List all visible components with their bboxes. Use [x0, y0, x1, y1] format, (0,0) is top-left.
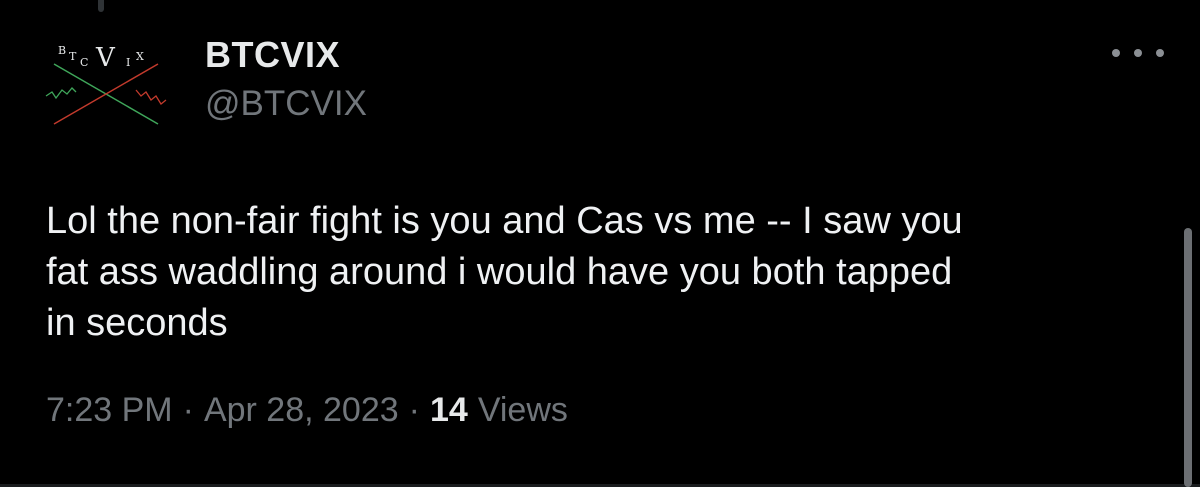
more-horizontal-icon-dot [1156, 49, 1164, 57]
meta-separator: · [408, 391, 420, 429]
tweet-meta: 7:23 PM · Apr 28, 2023 · 14 Views [46, 391, 568, 430]
more-options-button[interactable] [1112, 38, 1164, 68]
svg-text:I: I [126, 56, 130, 69]
btcvix-logo: B T C V I X [45, 43, 167, 125]
more-horizontal-icon [1112, 49, 1120, 57]
svg-text:X: X [136, 50, 144, 63]
tweet-time[interactable]: 7:23 PM [46, 391, 173, 430]
views-count[interactable]: 14 [430, 391, 468, 430]
svg-text:C: C [80, 56, 88, 69]
svg-text:T: T [69, 50, 77, 63]
thread-connector [98, 0, 104, 12]
views-label[interactable]: Views [478, 391, 568, 430]
meta-separator: · [182, 391, 194, 429]
tweet-date[interactable]: Apr 28, 2023 [204, 391, 399, 430]
author-handle[interactable]: @BTCVIX [205, 84, 367, 124]
tweet-detail: B T C V I X BTCVIX @BTCVIX Lol the non-f… [0, 0, 1200, 487]
svg-text:B: B [58, 44, 66, 57]
tweet-text: Lol the non-fair fight is you and Cas vs… [46, 200, 963, 344]
svg-text:V: V [95, 43, 116, 73]
avatar[interactable]: B T C V I X [40, 34, 172, 134]
author-display-name[interactable]: BTCVIX [205, 34, 340, 76]
scrollbar[interactable] [1184, 228, 1192, 487]
more-horizontal-icon-dot [1134, 49, 1142, 57]
